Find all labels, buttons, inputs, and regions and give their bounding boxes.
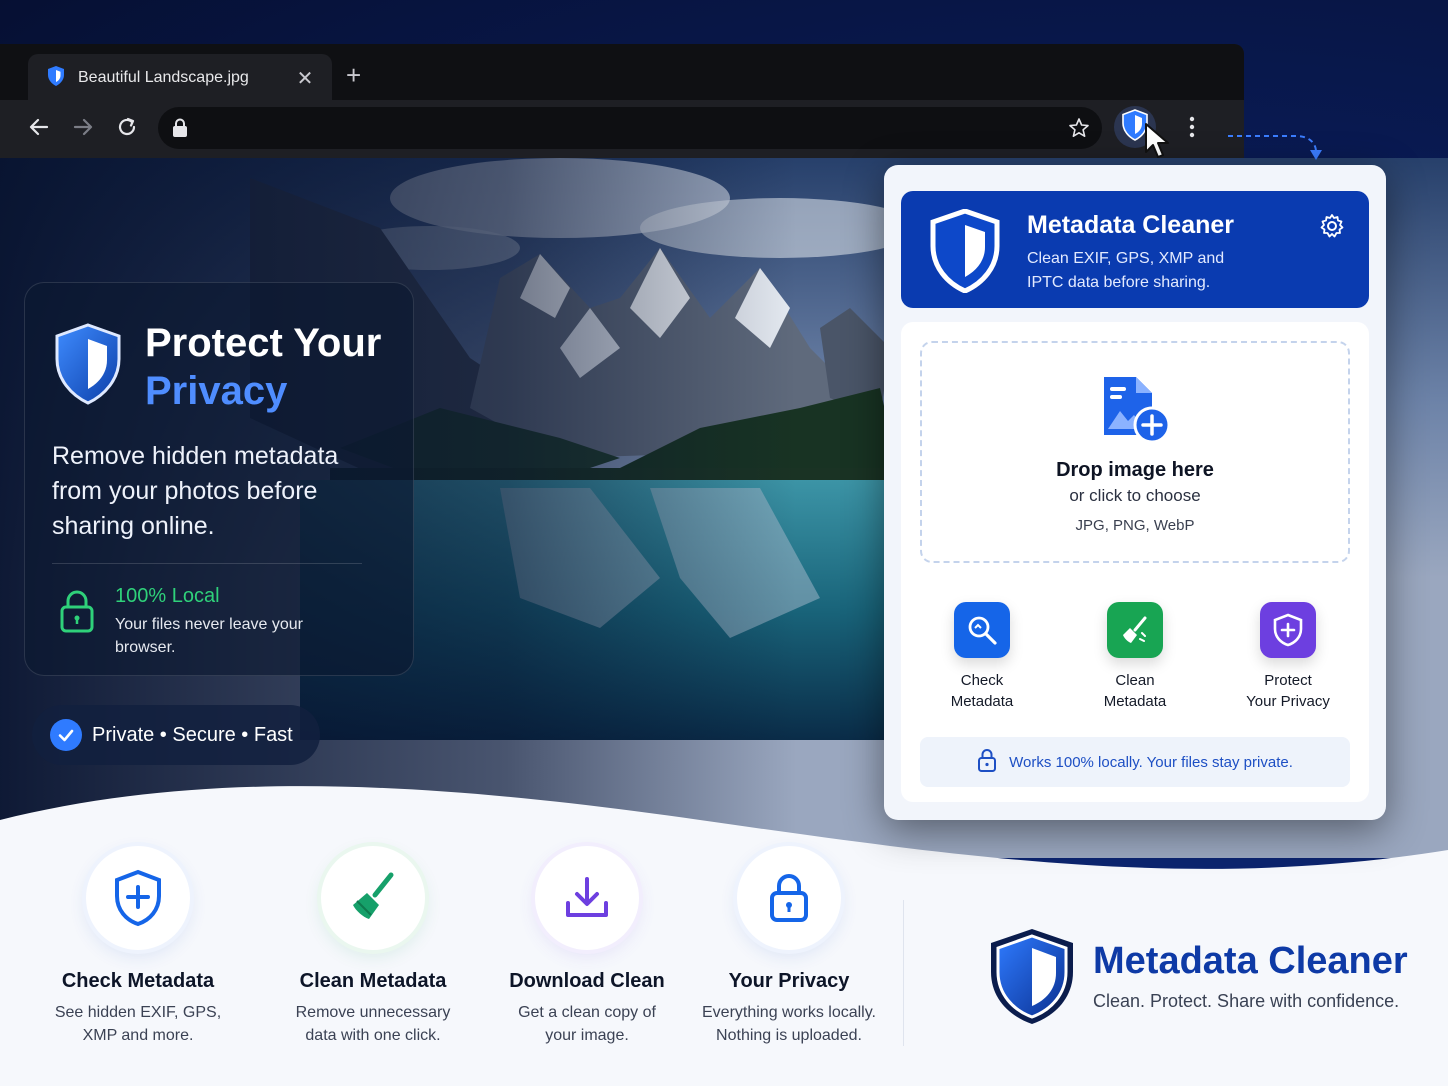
action-label: Protect Your Privacy [1218, 670, 1358, 712]
feature-desc-line2: Nothing is uploaded. [716, 1027, 862, 1044]
close-tab-icon[interactable]: ✕ [294, 66, 316, 91]
feature-title: Clean Metadata [299, 970, 447, 992]
lock-icon [977, 748, 997, 777]
local-title: 100% Local [115, 585, 220, 607]
reload-icon[interactable] [112, 112, 142, 142]
feature-title: Your Privacy [728, 970, 850, 992]
popup-title: Metadata Cleaner [1027, 211, 1235, 239]
hero-description: Remove hidden metadata from your photos … [52, 442, 339, 540]
image-dropzone[interactable]: Drop image here or click to choose JPG, … [920, 341, 1350, 563]
address-bar[interactable] [158, 107, 1102, 149]
mouse-cursor-icon [1144, 122, 1172, 165]
download-icon [535, 846, 639, 950]
extension-popup: Metadata Cleaner Clean EXIF, GPS, XMP an… [884, 165, 1386, 820]
hero-title: Protect Your [145, 321, 382, 365]
back-icon[interactable] [24, 112, 54, 142]
action-label-line2: Your Privacy [1246, 693, 1330, 710]
feature-download-clean: Download Clean Get a clean copy of your … [482, 846, 692, 1047]
divider [903, 900, 904, 1046]
feature-desc-line2: data with one click. [305, 1027, 441, 1044]
gear-icon[interactable] [1319, 213, 1345, 244]
feature-title: Download Clean [509, 970, 665, 992]
browser-tab[interactable]: Beautiful Landscape.jpg ✕ [28, 54, 332, 102]
tab-bar: Beautiful Landscape.jpg ✕ + [0, 44, 1244, 102]
feature-desc-line2: XMP and more. [82, 1027, 194, 1044]
divider [52, 563, 362, 564]
action-label-line1: Check [960, 672, 1004, 689]
drop-title: Drop image here [1056, 459, 1214, 481]
action-label: Clean Metadata [1065, 670, 1205, 712]
shield-plus-icon [1260, 602, 1316, 658]
browser-toolbar [0, 100, 1244, 158]
broom-icon [321, 846, 425, 950]
broom-icon [1107, 602, 1163, 658]
new-tab-button[interactable]: + [346, 62, 361, 88]
action-label-line1: Protect [1264, 672, 1312, 689]
shield-logo-icon [986, 926, 1078, 1031]
pill-text: Private • Secure • Fast [92, 723, 293, 746]
brand-title: Metadata Cleaner [1093, 940, 1408, 982]
star-icon[interactable] [1068, 117, 1090, 144]
popup-body: Drop image here or click to choose JPG, … [901, 322, 1369, 802]
check-metadata-button[interactable]: Check Metadata [912, 602, 1052, 712]
feature-description: Remove unnecessary data with one click. [268, 1001, 478, 1047]
local-note-text: Works 100% locally. Your files stay priv… [1009, 753, 1293, 771]
checkmark-icon [50, 719, 82, 751]
image-file-add-icon [1100, 373, 1172, 450]
feature-description: See hidden EXIF, GPS, XMP and more. [33, 1001, 243, 1047]
feature-clean-metadata: Clean Metadata Remove unnecessary data w… [268, 846, 478, 1047]
magnifier-icon [954, 602, 1010, 658]
hero-title-highlight: Privacy [145, 369, 288, 413]
shield-icon [929, 208, 1001, 298]
supported-file-types: JPG, PNG, WebP [1075, 517, 1195, 534]
action-label: Check Metadata [912, 670, 1052, 712]
brand-tagline: Clean. Protect. Share with confidence. [1093, 991, 1400, 1011]
feature-your-privacy: Your Privacy Everything works locally. N… [684, 846, 894, 1047]
drop-subtitle: or click to choose [1069, 486, 1201, 505]
shield-icon [53, 323, 123, 410]
feature-description: Everything works locally. Nothing is upl… [684, 1001, 894, 1047]
browser-window: Beautiful Landscape.jpg ✕ + [0, 44, 1244, 158]
feature-desc-line1: See hidden EXIF, GPS, [54, 1004, 222, 1021]
feature-desc-line1: Everything works locally. [702, 1004, 876, 1021]
feature-check-metadata: Check Metadata See hidden EXIF, GPS, XMP… [33, 846, 243, 1047]
more-menu-icon[interactable] [1188, 114, 1196, 145]
popup-header: Metadata Cleaner Clean EXIF, GPS, XMP an… [901, 191, 1369, 308]
feature-desc-line1: Remove unnecessary [295, 1004, 451, 1021]
clean-metadata-button[interactable]: Clean Metadata [1065, 602, 1205, 712]
feature-title: Check Metadata [61, 970, 215, 992]
lock-icon [59, 589, 95, 638]
action-label-line1: Clean [1115, 672, 1155, 689]
local-description: Your files never leave your browser. [115, 616, 303, 656]
tab-title: Beautiful Landscape.jpg [78, 69, 249, 86]
forward-icon[interactable] [68, 112, 98, 142]
shield-favicon-icon [46, 65, 66, 92]
feature-description: Get a clean copy of your image. [482, 1001, 692, 1047]
hero-card: Protect Your Privacy Remove hidden metad… [24, 282, 414, 676]
protect-privacy-button[interactable]: Protect Your Privacy [1218, 602, 1358, 712]
feature-pill: Private • Secure • Fast [32, 705, 320, 765]
local-privacy-note: Works 100% locally. Your files stay priv… [920, 737, 1350, 787]
lock-icon [172, 118, 188, 143]
feature-desc-line1: Get a clean copy of [518, 1004, 656, 1021]
action-label-line2: Metadata [1103, 693, 1167, 710]
lock-icon [737, 846, 841, 950]
action-label-line2: Metadata [950, 693, 1014, 710]
feature-desc-line2: your image. [545, 1027, 629, 1044]
arrow-icon [1226, 130, 1330, 169]
popup-subtitle: Clean EXIF, GPS, XMP and IPTC data befor… [1027, 250, 1225, 291]
shield-plus-icon [86, 846, 190, 950]
